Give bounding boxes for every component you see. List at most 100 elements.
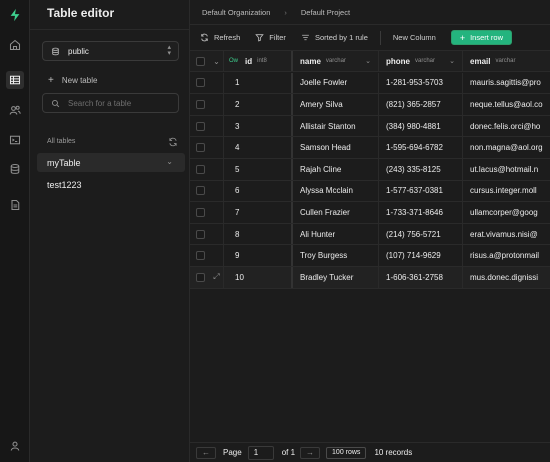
table-row[interactable]: 4 Samson Head 1-595-694-6782 non.magna@a… xyxy=(190,137,550,159)
cell-email[interactable]: mus.donec.dignissi xyxy=(463,267,550,288)
cell-id[interactable]: 1 xyxy=(224,72,293,94)
table-item-mytable[interactable]: myTable ⌄ xyxy=(37,153,185,172)
row-checkbox[interactable] xyxy=(195,251,205,261)
table-row[interactable]: 6 Alyssa Mcclain 1-577-637-0381 cursus.i… xyxy=(190,180,550,203)
document-icon[interactable] xyxy=(6,196,24,214)
insert-row-button[interactable]: + Insert row xyxy=(450,30,513,45)
cell-id[interactable]: 8 xyxy=(224,223,293,245)
row-checkbox[interactable] xyxy=(195,164,205,174)
cell-name[interactable]: Bradley Tucker xyxy=(293,267,379,288)
cell-id[interactable]: 10 xyxy=(224,267,293,288)
cell-email[interactable]: ullamcorper@goog xyxy=(463,202,550,223)
refresh-tables-icon[interactable] xyxy=(168,137,178,147)
cell-name[interactable]: Ali Hunter xyxy=(293,223,379,245)
previous-page-button[interactable]: ← xyxy=(196,446,216,459)
cell-phone[interactable]: (821) 365-2857 xyxy=(379,94,463,115)
column-header-phone[interactable]: phone varchar ⌄ xyxy=(379,51,463,71)
breadcrumb-organization[interactable]: Default Organization xyxy=(202,8,270,17)
rows-per-page-select[interactable]: 100 rows xyxy=(326,446,367,459)
table-row[interactable]: 5 Rajah Cline (243) 335-8125 ut.lacus@ho… xyxy=(190,159,550,181)
cell-name[interactable]: Alyssa Mcclain xyxy=(293,180,379,202)
cell-id[interactable]: 5 xyxy=(224,159,293,180)
table-row[interactable]: 2 Amery Silva (821) 365-2857 neque.tellu… xyxy=(190,94,550,116)
all-tables-heading: All tables xyxy=(47,138,76,145)
new-table-button[interactable]: + New table xyxy=(48,75,97,86)
row-checkbox[interactable] xyxy=(195,207,205,217)
filter-button[interactable]: Filter xyxy=(255,33,286,42)
column-header-id[interactable]: Ow id int8 xyxy=(224,51,293,71)
table-row[interactable]: ⤢ 10 Bradley Tucker 1-606-361-2758 mus.d… xyxy=(190,267,550,289)
cell-id[interactable]: 7 xyxy=(224,202,293,223)
cell-email[interactable]: donec.felis.orci@ho xyxy=(463,116,550,137)
schema-select[interactable]: public ▴ ▾ xyxy=(42,41,179,61)
chevron-down-icon[interactable]: ⌄ xyxy=(365,57,371,65)
row-checkbox[interactable] xyxy=(195,99,205,109)
cell-phone[interactable]: 1-606-361-2758 xyxy=(379,267,463,288)
column-type: varchar xyxy=(415,58,436,64)
cell-email[interactable]: ut.lacus@hotmail.n xyxy=(463,159,550,180)
cell-phone[interactable]: (214) 756-5721 xyxy=(379,223,463,245)
page-number-input[interactable]: 1 xyxy=(247,445,274,460)
table-item-test1223[interactable]: test1223 xyxy=(37,175,185,194)
cell-name[interactable]: Allistair Stanton xyxy=(293,115,379,137)
home-icon[interactable] xyxy=(6,36,24,54)
column-header-email[interactable]: email varchar xyxy=(463,51,550,71)
cell-name[interactable]: Amery Silva xyxy=(293,94,379,115)
select-all-checkbox[interactable] xyxy=(195,56,205,66)
database-icon[interactable] xyxy=(6,160,24,178)
cell-email[interactable]: non.magna@aol.org xyxy=(463,137,550,158)
cell-phone[interactable]: (243) 335-8125 xyxy=(379,159,463,180)
cell-name[interactable]: Joelle Fowler xyxy=(293,72,379,94)
cell-phone[interactable]: 1-281-953-5703 xyxy=(379,72,463,94)
users-icon[interactable] xyxy=(6,101,24,119)
cell-id[interactable]: 4 xyxy=(224,137,293,158)
cell-name[interactable]: Troy Burgess xyxy=(293,245,379,266)
sort-icon xyxy=(302,34,309,41)
cell-id[interactable]: 3 xyxy=(224,115,293,137)
table-editor-icon[interactable] xyxy=(6,71,24,89)
table-search-input[interactable]: Search for a table xyxy=(42,93,179,113)
new-column-button[interactable]: New Column xyxy=(393,33,436,42)
cell-email[interactable]: cursus.integer.moll xyxy=(463,181,550,202)
cell-email[interactable]: erat.vivamus.nisi@ xyxy=(463,224,550,245)
cell-email[interactable]: neque.tellus@aol.co xyxy=(463,94,550,115)
cell-id[interactable]: 2 xyxy=(224,94,293,115)
row-checkbox[interactable] xyxy=(195,186,205,196)
plus-icon: + xyxy=(48,75,54,86)
cell-phone[interactable]: 1-595-694-6782 xyxy=(379,137,463,158)
row-checkbox[interactable] xyxy=(195,78,205,88)
terminal-icon[interactable] xyxy=(6,131,24,149)
cell-email[interactable]: mauris.sagittis@pro xyxy=(463,73,550,94)
refresh-button[interactable]: Refresh xyxy=(200,33,240,42)
chevron-down-icon[interactable]: ⌄ xyxy=(213,57,220,66)
row-checkbox[interactable] xyxy=(195,272,205,282)
cell-phone[interactable]: (107) 714-9629 xyxy=(379,245,463,266)
next-page-button[interactable]: → xyxy=(300,446,321,459)
column-header-name[interactable]: name varchar ⌄ xyxy=(293,51,379,71)
cell-name[interactable]: Rajah Cline xyxy=(293,159,379,180)
table-row[interactable]: 8 Ali Hunter (214) 756-5721 erat.vivamus… xyxy=(190,223,550,246)
user-icon[interactable] xyxy=(6,437,24,455)
row-checkbox[interactable] xyxy=(195,121,205,131)
logo-icon[interactable] xyxy=(6,6,24,24)
chevron-down-icon[interactable]: ⌄ xyxy=(449,57,455,65)
table-row[interactable]: 9 Troy Burgess (107) 714-9629 risus.a@pr… xyxy=(190,245,550,267)
cell-phone[interactable]: 1-577-637-0381 xyxy=(379,180,463,202)
table-toolbar: Refresh Filter Sorted by 1 rule New Colu… xyxy=(190,25,550,51)
row-checkbox[interactable] xyxy=(195,143,205,153)
sort-button[interactable]: Sorted by 1 rule xyxy=(301,33,368,42)
cell-id[interactable]: 9 xyxy=(224,245,293,266)
expand-row-icon[interactable]: ⤢ xyxy=(213,272,219,282)
table-row[interactable]: 1 Joelle Fowler 1-281-953-5703 mauris.sa… xyxy=(190,72,550,95)
cell-phone[interactable]: 1-733-371-8646 xyxy=(379,202,463,223)
cell-email[interactable]: risus.a@protonmail xyxy=(463,245,550,266)
breadcrumb-project[interactable]: Default Project xyxy=(301,8,350,17)
chevron-down-icon[interactable]: ⌄ xyxy=(166,157,173,166)
cell-name[interactable]: Cullen Frazier xyxy=(293,202,379,223)
cell-id[interactable]: 6 xyxy=(224,180,293,202)
table-row[interactable]: 7 Cullen Frazier 1-733-371-8646 ullamcor… xyxy=(190,202,550,224)
row-checkbox[interactable] xyxy=(195,229,205,239)
cell-name[interactable]: Samson Head xyxy=(293,137,379,158)
cell-phone[interactable]: (384) 980-4881 xyxy=(379,115,463,137)
table-row[interactable]: 3 Allistair Stanton (384) 980-4881 donec… xyxy=(190,115,550,138)
